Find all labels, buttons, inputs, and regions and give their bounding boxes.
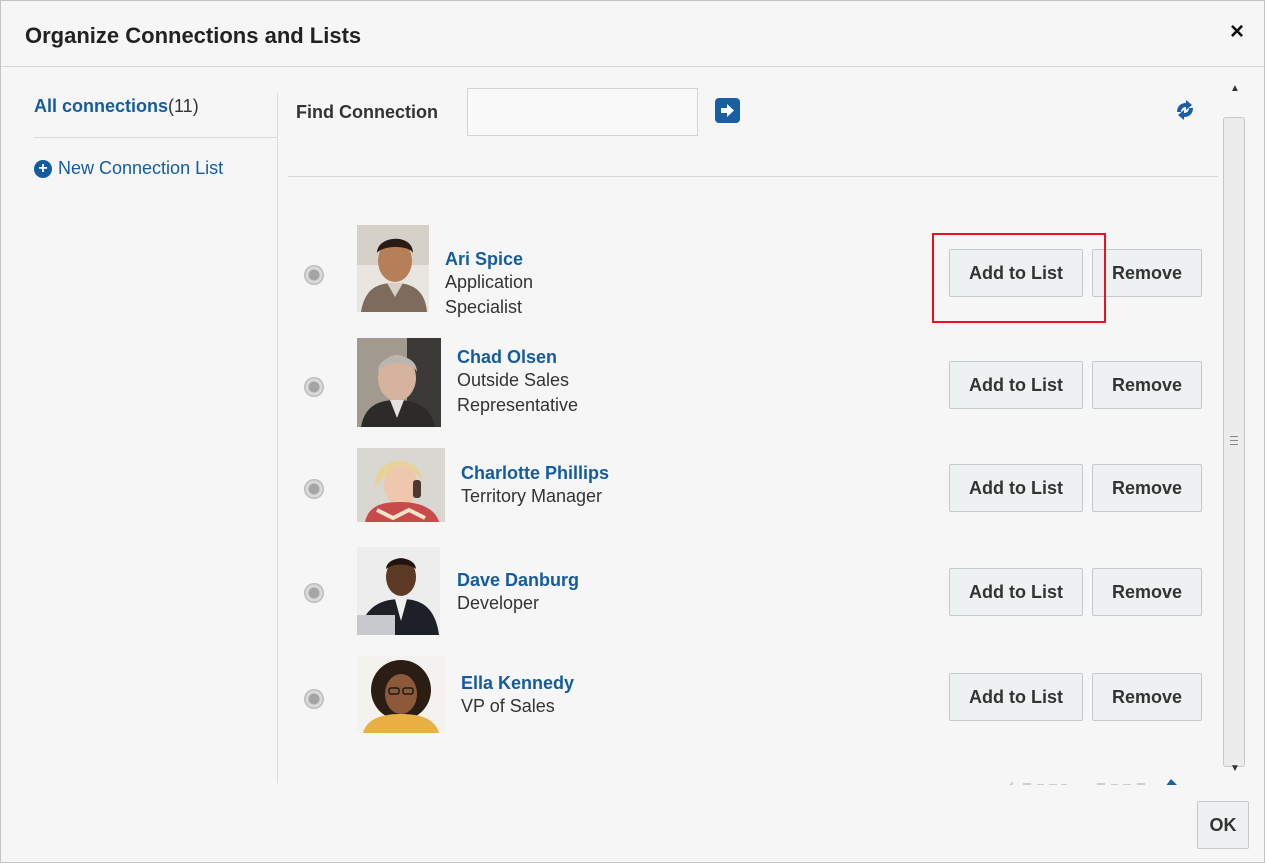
add-to-list-button[interactable]: Add to List — [949, 249, 1083, 297]
radio-icon[interactable] — [304, 377, 324, 397]
add-to-list-button[interactable]: Add to List — [949, 673, 1083, 721]
pagination — [1001, 773, 1201, 785]
person-info: Dave Danburg Developer — [457, 570, 627, 616]
dialog-title: Organize Connections and Lists — [25, 23, 362, 48]
person-name-link[interactable]: Ari Spice — [445, 249, 615, 270]
new-connection-list-label: New Connection List — [58, 158, 224, 178]
close-icon[interactable]: × — [1222, 17, 1252, 47]
find-connection-label: Find Connection — [296, 102, 438, 122]
new-connection-list-link[interactable]: + New Connection List — [34, 158, 223, 179]
add-to-list-button[interactable]: Add to List — [949, 568, 1083, 616]
avatar — [357, 656, 445, 733]
radio-icon[interactable] — [304, 689, 324, 709]
ok-button[interactable]: OK — [1197, 801, 1249, 849]
person-title: Developer — [457, 593, 540, 613]
remove-button[interactable]: Remove — [1092, 249, 1202, 297]
radio-icon[interactable] — [304, 583, 324, 603]
person-name-link[interactable]: Chad Olsen — [457, 347, 627, 368]
sidebar: All connections(11) + New Connection Lis… — [1, 68, 277, 784]
add-to-list-button[interactable]: Add to List — [949, 361, 1083, 409]
grip-icon — [1230, 436, 1238, 445]
person-name-link[interactable]: Ella Kennedy — [461, 673, 631, 694]
avatar — [357, 225, 429, 312]
person-title: VP of Sales — [461, 696, 555, 716]
connection-row: Ari Spice Application Specialist Add to … — [288, 225, 1218, 325]
plus-circle-icon: + — [34, 159, 52, 178]
person-title: Territory Manager — [461, 486, 603, 506]
add-to-list-button[interactable]: Add to List — [949, 464, 1083, 512]
person-info: Chad Olsen Outside Sales Representative — [457, 347, 627, 418]
remove-button[interactable]: Remove — [1092, 568, 1202, 616]
person-title: Outside Sales Representative — [457, 370, 579, 415]
radio-icon[interactable] — [304, 265, 324, 285]
all-connections-count: (11) — [168, 96, 199, 116]
scroll-down-arrow-icon[interactable]: ▼ — [1221, 763, 1249, 783]
avatar — [357, 338, 441, 427]
dialog-titlebar: Organize Connections and Lists × — [1, 1, 1264, 67]
person-info: Ari Spice Application Specialist — [445, 249, 615, 320]
avatar — [357, 448, 445, 522]
radio-icon[interactable] — [304, 479, 324, 499]
connection-row: Dave Danburg Developer Add to List Remov… — [288, 546, 1218, 646]
all-connections-link[interactable]: All connections — [34, 96, 168, 116]
search-divider — [288, 176, 1218, 177]
person-name-link[interactable]: Dave Danburg — [457, 570, 627, 591]
connection-row: Charlotte Phillips Territory Manager Add… — [288, 442, 1218, 542]
avatar — [357, 547, 440, 635]
remove-button[interactable]: Remove — [1092, 673, 1202, 721]
sidebar-divider — [34, 137, 277, 138]
arrow-right-icon[interactable] — [715, 98, 740, 123]
refresh-icon[interactable] — [1172, 97, 1198, 123]
person-title: Application Specialist — [445, 272, 534, 317]
vertical-scrollbar[interactable]: ▲ ▼ — [1221, 83, 1249, 783]
person-name-link[interactable]: Charlotte Phillips — [461, 463, 631, 484]
connection-row: Chad Olsen Outside Sales Representative … — [288, 337, 1218, 437]
all-connections-item[interactable]: All connections(11) — [34, 96, 199, 117]
person-info: Ella Kennedy VP of Sales — [461, 673, 631, 719]
scroll-up-arrow-icon[interactable]: ▲ — [1221, 83, 1249, 103]
connection-row: Ella Kennedy VP of Sales Add to List Rem… — [288, 651, 1218, 751]
scrollbar-thumb[interactable] — [1223, 117, 1245, 767]
sidebar-separator — [277, 93, 278, 783]
organize-connections-dialog: Organize Connections and Lists × All con… — [0, 0, 1265, 863]
find-connection-input[interactable] — [467, 88, 698, 136]
remove-button[interactable]: Remove — [1092, 464, 1202, 512]
person-info: Charlotte Phillips Territory Manager — [461, 463, 631, 509]
remove-button[interactable]: Remove — [1092, 361, 1202, 409]
